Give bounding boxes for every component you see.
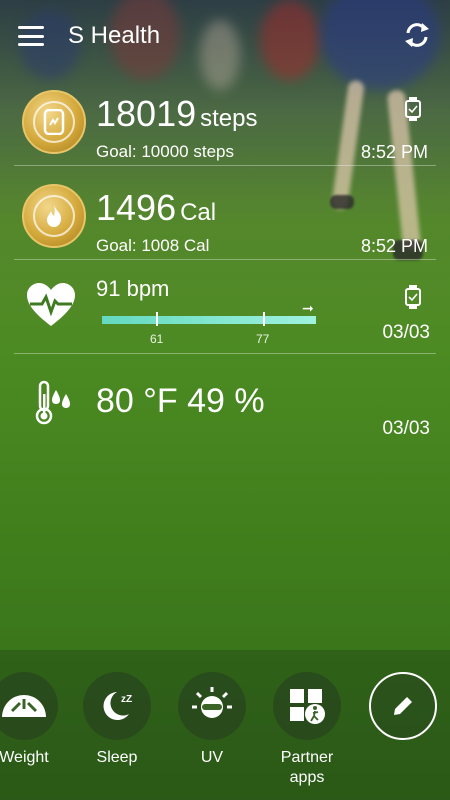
calories-value: 1496 Cal <box>96 187 217 228</box>
heart-rate-icon <box>27 283 75 326</box>
low-tick-label: 61 <box>150 332 164 346</box>
gear-watch-icon <box>405 285 421 309</box>
uv-sun-icon <box>178 672 246 740</box>
calories-card[interactable]: 1496 Cal Goal: 1008 Cal 8:52 PM <box>14 166 436 260</box>
shortcut-bar: Weight zZ Sleep UV Partner apps <box>0 650 450 800</box>
calories-time: 8:52 PM <box>360 236 428 256</box>
steps-medal-icon <box>22 90 86 154</box>
shortcut-uv[interactable]: UV <box>167 672 257 768</box>
app-header: S Health <box>0 0 450 72</box>
high-tick-label: 77 <box>256 332 270 346</box>
flame-medal-icon <box>22 184 86 248</box>
partner-apps-icon <box>273 672 341 740</box>
scale-icon <box>0 672 58 740</box>
shortcut-uv-label: UV <box>200 749 224 766</box>
thermo-hygrometer-icon <box>35 380 70 425</box>
environment-card[interactable]: 80 °F 49 % 03/03 <box>14 354 436 454</box>
calories-unit: Cal <box>180 199 217 226</box>
temperature-humidity-value: 80 °F 49 % <box>96 382 265 420</box>
heart-rate-date: 03/03 <box>382 322 430 343</box>
svg-text:zZ: zZ <box>121 694 132 705</box>
edit-button[interactable] <box>369 672 437 740</box>
steps-card[interactable]: 18019 steps Goal: 10000 steps 8:52 PM <box>14 72 436 166</box>
calories-goal: Goal: 1008 Cal <box>96 236 210 255</box>
steps-value: 18019 steps <box>96 93 258 134</box>
steps-unit: steps <box>200 105 258 132</box>
app-title: S Health <box>68 22 161 49</box>
heart-rate-range-bar <box>102 316 316 324</box>
environment-date: 03/03 <box>382 418 430 439</box>
moon-sleep-icon: zZ <box>83 672 151 740</box>
steps-time: 8:52 PM <box>360 142 428 162</box>
hamburger-menu-icon[interactable] <box>18 26 44 46</box>
steps-goal: Goal: 10000 steps <box>96 142 234 161</box>
pencil-icon <box>394 697 412 715</box>
shortcut-sleep[interactable]: zZ Sleep <box>72 672 162 768</box>
low-tick-mark <box>156 312 158 326</box>
shortcut-partner-apps[interactable]: Partner apps <box>262 672 352 788</box>
shortcut-partner-apps-label: Partner apps <box>280 749 334 786</box>
gear-watch-icon <box>405 97 421 121</box>
shortcut-sleep-label: Sleep <box>96 749 138 766</box>
high-tick-mark <box>263 312 265 326</box>
heart-rate-value: 91 bpm <box>96 276 170 301</box>
arrow-right-icon: ➞ <box>302 300 314 316</box>
shortcut-weight-label: Weight <box>0 749 49 766</box>
shortcut-weight[interactable]: Weight <box>0 672 69 768</box>
heart-rate-card[interactable]: 91 bpm ➞ 61 77 03/03 <box>14 260 436 354</box>
sync-icon[interactable] <box>402 20 432 50</box>
